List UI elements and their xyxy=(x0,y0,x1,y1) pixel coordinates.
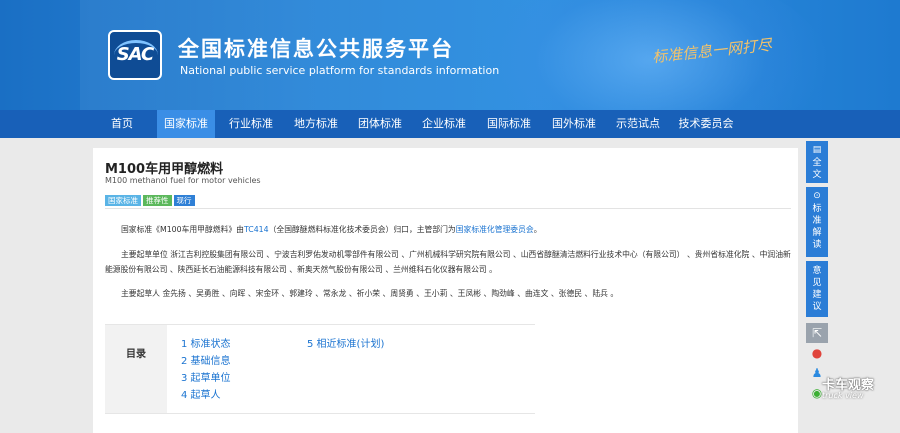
full-text-label: 全文 xyxy=(812,158,822,180)
nav-item-local[interactable]: 地方标准 xyxy=(287,110,345,138)
nav-item-group[interactable]: 团体标准 xyxy=(351,110,409,138)
site-subtitle: National public service platform for sta… xyxy=(180,64,500,77)
nav-item-home[interactable]: 首页 xyxy=(100,110,144,138)
dept-link[interactable]: 国家标准化管理委员会 xyxy=(456,225,534,234)
intro-suffix: 。 xyxy=(533,225,542,234)
logo-swoosh xyxy=(114,40,158,70)
section-divider xyxy=(105,208,791,209)
toc-item-drafters[interactable]: 4 起草人 xyxy=(181,386,221,401)
nav-item-pilot[interactable]: 示范试点 xyxy=(609,110,667,138)
weibo-icon[interactable]: ● xyxy=(806,343,828,363)
interpretation-label: 标准解读 xyxy=(812,204,822,250)
standard-detail-card: M100车用甲醇燃料 M100 methanol fuel for motor … xyxy=(93,148,798,433)
standard-title-en: M100 methanol fuel for motor vehicles xyxy=(105,176,261,185)
feedback-button[interactable]: 意见建议 xyxy=(806,261,828,317)
drafting-units: 主要起草单位 浙江吉利控股集团有限公司 、宁波吉利罗佑发动机零部件有限公司 、广… xyxy=(105,250,791,274)
tc-link[interactable]: TC414 xyxy=(244,225,269,234)
toc-label: 目录 xyxy=(105,325,167,413)
watermark-en: truck view xyxy=(822,391,864,400)
standard-title: M100车用甲醇燃料 xyxy=(105,162,224,177)
table-of-contents: 目录 1 标准状态 2 基础信息 3 起草单位 4 起草人 5 相近标准(计划) xyxy=(105,324,535,414)
badge-recommended: 推荐性 xyxy=(143,195,172,206)
intro-middle: （全国醇醚燃料标准化技术委员会）归口，主管部门为 xyxy=(268,225,456,234)
share-icon[interactable]: ⇱ xyxy=(806,323,828,343)
site-title: 全国标准信息公共服务平台 xyxy=(178,37,454,61)
nav-item-enterprise[interactable]: 企业标准 xyxy=(415,110,473,138)
standard-intro: 国家标准《M100车用甲醇燃料》由TC414（全国醇醚燃料标准化技术委员会）归口… xyxy=(105,222,791,237)
standard-badges: 国家标准 推荐性 现行 xyxy=(105,188,197,206)
info-icon: ⊙ xyxy=(813,191,821,201)
full-text-button[interactable]: ▤ 全文 xyxy=(806,141,828,183)
nav-item-industry[interactable]: 行业标准 xyxy=(222,110,280,138)
globe-graphic xyxy=(470,0,830,110)
site-header: SAC 全国标准信息公共服务平台 National public service… xyxy=(0,0,900,110)
toc-label-text: 目录 xyxy=(126,349,146,360)
nav-item-committee[interactable]: 技术委员会 xyxy=(673,110,739,138)
interpretation-button[interactable]: ⊙ 标准解读 xyxy=(806,187,828,257)
toc-item-status[interactable]: 1 标准状态 xyxy=(181,335,231,350)
main-nav: 首页 国家标准 行业标准 地方标准 团体标准 企业标准 国际标准 国外标准 示范… xyxy=(0,110,900,138)
badge-current: 现行 xyxy=(173,195,195,206)
sac-logo[interactable]: SAC xyxy=(108,30,162,80)
nav-item-national[interactable]: 国家标准 xyxy=(157,110,215,138)
document-icon: ▤ xyxy=(812,145,822,155)
toc-item-basic-info[interactable]: 2 基础信息 xyxy=(181,352,231,367)
toc-item-drafting-units[interactable]: 3 起草单位 xyxy=(181,369,231,384)
feedback-label: 意见建议 xyxy=(812,266,822,312)
drafters: 主要起草人 金先扬 、吴勇胜 、向晖 、宋金环 、郭建玲 、常永龙 、祈小荣 、… xyxy=(121,289,619,298)
toc-item-similar[interactable]: 5 相近标准(计划) xyxy=(307,335,384,350)
nav-item-international[interactable]: 国际标准 xyxy=(480,110,538,138)
nav-item-foreign[interactable]: 国外标准 xyxy=(545,110,603,138)
badge-national: 国家标准 xyxy=(105,195,141,206)
intro-prefix: 国家标准《M100车用甲醇燃料》由 xyxy=(121,225,244,234)
